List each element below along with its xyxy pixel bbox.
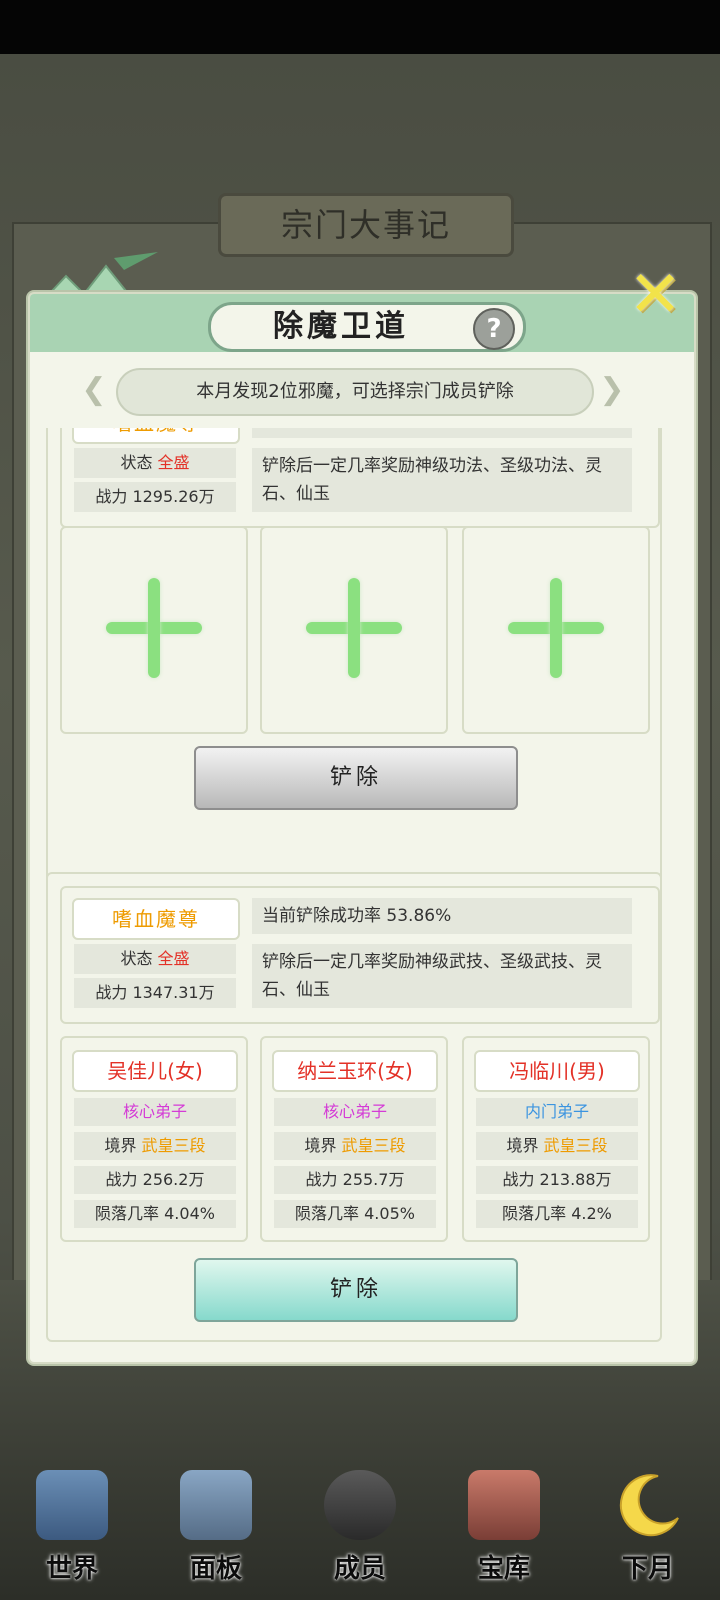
notice-banner: 本月发现2位邪魔，可选择宗门成员铲除 bbox=[116, 368, 594, 416]
moon-icon bbox=[612, 1470, 684, 1540]
member-rank: 核心弟子 bbox=[74, 1098, 236, 1126]
scroll-ornament-left-icon: ❮ bbox=[81, 372, 107, 407]
treasury-icon bbox=[468, 1470, 540, 1540]
reward-text: 铲除后一定几率奖励神级功法、圣级功法、灵石、仙玉 bbox=[252, 448, 632, 512]
nav-label: 宝库 bbox=[477, 1554, 530, 1584]
demon-status: 状态 全盛 bbox=[74, 448, 236, 478]
demon-name: 嗜血魔尊 bbox=[72, 898, 240, 940]
member-fall-rate: 陨落几率 4.05% bbox=[274, 1200, 436, 1228]
success-rate: 当前铲除成功率 0% bbox=[252, 428, 632, 438]
member-name: 冯临川(男) bbox=[474, 1050, 640, 1092]
member-fall-rate: 陨落几率 4.2% bbox=[476, 1200, 638, 1228]
eliminate-button[interactable]: 铲除 bbox=[194, 1258, 518, 1322]
status-label: 状态 bbox=[120, 453, 153, 472]
status-bar bbox=[0, 0, 720, 54]
palace-icon bbox=[36, 1470, 108, 1540]
member-rank: 内门弟子 bbox=[476, 1098, 638, 1126]
member-realm: 境界 武皇三段 bbox=[74, 1132, 236, 1160]
demon-status: 状态 全盛 bbox=[74, 944, 236, 974]
member-rank: 核心弟子 bbox=[274, 1098, 436, 1126]
member-realm: 境界 武皇三段 bbox=[476, 1132, 638, 1160]
help-icon[interactable]: ? bbox=[473, 308, 515, 350]
title-plate: 除魔卫道 ? bbox=[208, 302, 526, 352]
demon-card: 嗜血魔尊 状态 全盛 战力 1295.26万 当前铲除成功率 0% 铲除后一定几… bbox=[46, 428, 662, 902]
status-value: 全盛 bbox=[157, 949, 190, 968]
eliminate-button-disabled[interactable]: 铲除 bbox=[194, 746, 518, 810]
member-power: 战力 256.2万 bbox=[74, 1166, 236, 1194]
empty-member-slot[interactable] bbox=[60, 526, 248, 734]
status-label: 状态 bbox=[120, 949, 153, 968]
gate-icon bbox=[180, 1470, 252, 1540]
member-fall-rate: 陨落几率 4.04% bbox=[74, 1200, 236, 1228]
nav-label: 成员 bbox=[333, 1554, 386, 1584]
member-card[interactable]: 冯临川(男) 内门弟子 境界 武皇三段 战力 213.88万 陨落几率 4.2% bbox=[462, 1036, 650, 1242]
demon-list[interactable]: 嗜血魔尊 状态 全盛 战力 1295.26万 当前铲除成功率 0% 铲除后一定几… bbox=[40, 428, 680, 1348]
bottom-navigation: 世界 面板 成员 宝库 下月 bbox=[0, 1440, 720, 1600]
demon-name: 嗜血魔尊 bbox=[72, 428, 240, 444]
nav-next-month[interactable]: 下月 bbox=[576, 1440, 720, 1600]
member-realm: 境界 武皇三段 bbox=[274, 1132, 436, 1160]
member-power: 战力 213.88万 bbox=[476, 1166, 638, 1194]
nav-label: 面板 bbox=[189, 1554, 242, 1584]
demon-power: 战力 1295.26万 bbox=[74, 482, 236, 512]
success-rate: 当前铲除成功率 53.86% bbox=[252, 898, 632, 934]
nav-label: 下月 bbox=[621, 1554, 674, 1584]
empty-member-slot[interactable] bbox=[462, 526, 650, 734]
demon-power: 战力 1347.31万 bbox=[74, 978, 236, 1008]
empty-member-slot[interactable] bbox=[260, 526, 448, 734]
dialog-title: 除魔卫道 bbox=[273, 309, 409, 344]
demon-info: 嗜血魔尊 状态 全盛 战力 1347.31万 当前铲除成功率 53.86% 铲除… bbox=[60, 886, 660, 1024]
status-value: 全盛 bbox=[157, 453, 190, 472]
member-card[interactable]: 纳兰玉环(女) 核心弟子 境界 武皇三段 战力 255.7万 陨落几率 4.05… bbox=[260, 1036, 448, 1242]
scroll-ornament-right-icon: ❯ bbox=[599, 372, 625, 407]
demon-info: 嗜血魔尊 状态 全盛 战力 1295.26万 当前铲除成功率 0% 铲除后一定几… bbox=[60, 428, 660, 528]
member-power: 战力 255.7万 bbox=[274, 1166, 436, 1194]
member-name: 吴佳儿(女) bbox=[72, 1050, 238, 1092]
nav-panel[interactable]: 面板 bbox=[144, 1440, 288, 1600]
member-name: 纳兰玉环(女) bbox=[272, 1050, 438, 1092]
nav-world[interactable]: 世界 bbox=[0, 1440, 144, 1600]
reward-text: 铲除后一定几率奖励神级武技、圣级武技、灵石、仙玉 bbox=[252, 944, 632, 1008]
member-portrait-icon bbox=[324, 1470, 396, 1540]
nav-label: 世界 bbox=[45, 1554, 98, 1584]
nav-members[interactable]: 成员 bbox=[288, 1440, 432, 1600]
background-title: 宗门大事记 bbox=[218, 193, 514, 257]
close-icon[interactable]: ✕ bbox=[628, 263, 682, 327]
member-card[interactable]: 吴佳儿(女) 核心弟子 境界 武皇三段 战力 256.2万 陨落几率 4.04% bbox=[60, 1036, 248, 1242]
nav-treasury[interactable]: 宝库 bbox=[432, 1440, 576, 1600]
demon-card: 嗜血魔尊 状态 全盛 战力 1347.31万 当前铲除成功率 53.86% 铲除… bbox=[46, 872, 662, 1342]
